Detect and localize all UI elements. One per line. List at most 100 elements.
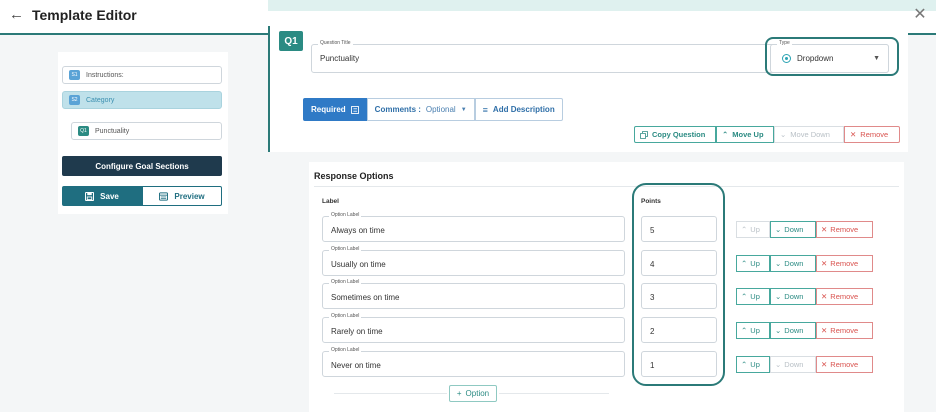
configure-goal-sections-button[interactable]: Configure Goal Sections	[62, 156, 222, 176]
chevron-up-icon: ⌃	[741, 292, 748, 301]
back-arrow-icon[interactable]: ←	[9, 7, 25, 23]
option-label-value: Rarely on time	[331, 327, 383, 336]
divider	[499, 393, 609, 394]
down-label: Down	[784, 225, 804, 234]
chevron-up-icon: ⌃	[741, 360, 748, 369]
option-remove-button[interactable]: ✕ Remove	[816, 255, 873, 272]
divider	[314, 186, 899, 187]
move-down-button[interactable]: ⌄ Move Down	[774, 126, 844, 143]
option-remove-button[interactable]: ✕ Remove	[816, 221, 873, 238]
preview-button[interactable]: Preview	[142, 186, 222, 206]
page-title: Template Editor	[32, 7, 137, 23]
text-lines-icon: ≡	[482, 104, 488, 115]
option-remove-button[interactable]: ✕ Remove	[816, 356, 873, 373]
close-icon: ✕	[821, 292, 828, 301]
question-settings-tabs: Required Comments : Optional ▼ ≡ Add Des…	[303, 98, 563, 121]
option-down-button[interactable]: ⌄ Down	[770, 356, 816, 373]
move-up-button[interactable]: ⌃ Move Up	[716, 126, 774, 143]
save-label: Save	[100, 191, 119, 201]
close-icon: ✕	[821, 360, 828, 369]
section-badge: S1	[69, 70, 80, 80]
copy-icon	[640, 130, 648, 139]
chevron-up-icon: ⌃	[741, 225, 748, 234]
remove-label: Remove	[830, 326, 859, 335]
option-label-value: Usually on time	[331, 260, 386, 269]
add-description-button[interactable]: ≡ Add Description	[474, 98, 563, 121]
copy-question-button[interactable]: Copy Question	[634, 126, 716, 143]
chevron-down-icon: ⌄	[775, 326, 782, 335]
option-label-field[interactable]: Option Label Rarely on time	[322, 313, 625, 343]
close-icon: ✕	[850, 130, 857, 139]
close-icon: ✕	[821, 326, 828, 335]
add-option-button[interactable]: + Option	[449, 385, 497, 402]
points-highlight-outline	[632, 183, 725, 386]
option-label-caption: Option Label	[329, 212, 362, 218]
down-label: Down	[784, 292, 804, 301]
option-label-field[interactable]: Option Label Sometimes on time	[322, 279, 625, 309]
label-column-header: Label	[322, 198, 339, 205]
checklist-icon	[350, 105, 359, 114]
up-label: Up	[750, 326, 760, 335]
remove-question-button[interactable]: ✕ Remove	[844, 126, 900, 143]
move-up-label: Move Up	[732, 130, 764, 139]
option-down-button[interactable]: ⌄ Down	[770, 255, 816, 272]
up-label: Up	[750, 225, 760, 234]
copy-question-label: Copy Question	[652, 130, 706, 139]
option-label-field[interactable]: Option Label Always on time	[322, 212, 625, 242]
comments-value: Optional	[425, 105, 456, 114]
option-up-button[interactable]: ⌃ Up	[736, 255, 770, 272]
floppy-disk-icon	[85, 191, 95, 201]
section-badge: S2	[69, 95, 80, 105]
question-number-badge: Q1	[279, 31, 303, 51]
close-icon: ✕	[821, 225, 828, 234]
option-down-button[interactable]: ⌄ Down	[770, 322, 816, 339]
sidebar-item-label: Category	[86, 96, 115, 104]
option-label-field[interactable]: Option Label Never on time	[322, 347, 625, 377]
close-icon: ✕	[821, 259, 828, 268]
add-option-label: Option	[465, 389, 490, 398]
question-title-value: Punctuality	[320, 54, 360, 63]
option-remove-button[interactable]: ✕ Remove	[816, 322, 873, 339]
up-label: Up	[750, 292, 760, 301]
question-title-label: Question Title	[318, 40, 353, 46]
chevron-up-icon: ⌃	[722, 130, 729, 139]
chevron-down-icon: ⌄	[775, 225, 782, 234]
caret-down-icon: ▼	[460, 106, 467, 113]
move-down-label: Move Down	[790, 130, 830, 139]
option-label-value: Never on time	[331, 361, 381, 370]
remove-label: Remove	[830, 259, 859, 268]
comments-dropdown[interactable]: Comments : Optional ▼	[366, 98, 475, 121]
save-button[interactable]: Save	[62, 186, 142, 206]
option-up-button[interactable]: ⌃ Up	[736, 356, 770, 373]
option-label-caption: Option Label	[329, 313, 362, 319]
option-label-field[interactable]: Option Label Usually on time	[322, 246, 625, 276]
chevron-down-icon: ⌄	[775, 292, 782, 301]
response-options-title: Response Options	[314, 171, 394, 181]
chevron-down-icon: ⌄	[775, 259, 782, 268]
option-label-value: Sometimes on time	[331, 293, 400, 302]
sidebar-item-category[interactable]: S2 Category	[62, 91, 222, 109]
close-icon[interactable]: ✕	[912, 7, 928, 23]
remove-label: Remove	[830, 360, 859, 369]
option-up-button[interactable]: ⌃ Up	[736, 221, 770, 238]
up-label: Up	[750, 360, 760, 369]
option-down-button[interactable]: ⌄ Down	[770, 288, 816, 305]
sidebar-item-punctuality[interactable]: Q1 Punctuality	[71, 122, 222, 140]
remove-question-label: Remove	[860, 130, 889, 139]
sidebar-item-instructions[interactable]: S1 Instructions:	[62, 66, 222, 84]
option-down-button[interactable]: ⌄ Down	[770, 221, 816, 238]
add-description-label: Add Description	[492, 105, 555, 114]
down-label: Down	[784, 360, 804, 369]
plus-icon: +	[456, 389, 462, 398]
option-up-button[interactable]: ⌃ Up	[736, 288, 770, 305]
preview-label: Preview	[174, 191, 205, 201]
remove-label: Remove	[830, 292, 859, 301]
chevron-down-icon: ⌄	[775, 360, 782, 369]
option-label-caption: Option Label	[329, 246, 362, 252]
option-remove-button[interactable]: ✕ Remove	[816, 288, 873, 305]
remove-label: Remove	[830, 225, 859, 234]
required-toggle[interactable]: Required	[303, 98, 367, 121]
question-badge: Q1	[78, 126, 89, 136]
option-up-button[interactable]: ⌃ Up	[736, 322, 770, 339]
type-highlight-outline	[765, 37, 899, 76]
